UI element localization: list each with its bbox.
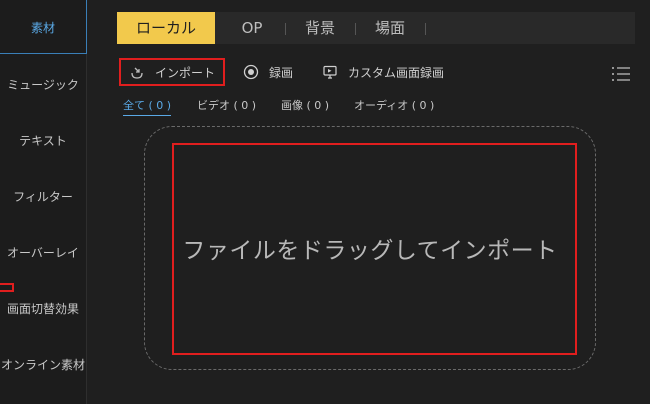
custom-screen-record-button[interactable]: カスタム画面録画 xyxy=(322,58,444,86)
custom-screen-record-label: カスタム画面録画 xyxy=(348,65,445,80)
highlight-marker xyxy=(0,283,14,292)
import-button[interactable]: インポート xyxy=(119,58,225,86)
import-icon xyxy=(131,67,143,79)
tab-local[interactable]: ローカル xyxy=(117,12,215,44)
screen-record-icon xyxy=(323,65,337,79)
sidebar: 素材 ミュージック テキスト フィルター オーバーレイ 画面切替効果 オンライン… xyxy=(0,0,87,404)
list-view-icon[interactable] xyxy=(611,66,631,82)
sidebar-item-materials[interactable]: 素材 xyxy=(0,0,87,54)
import-label: インポート xyxy=(155,65,216,80)
sidebar-item-text[interactable]: テキスト xyxy=(0,132,86,149)
drop-zone-text: ファイルをドラッグしてインポート xyxy=(182,238,558,264)
sidebar-item-music[interactable]: ミュージック xyxy=(0,76,86,93)
record-label: 録画 xyxy=(269,65,294,80)
tab-op[interactable]: OP xyxy=(227,12,277,44)
filter-all[interactable]: 全て ( 0 ) xyxy=(123,97,172,116)
tab-background[interactable]: 背景 xyxy=(293,12,347,44)
tab-bar: ローカル OP 背景 場面 xyxy=(117,12,635,44)
tab-separator xyxy=(425,23,426,35)
sidebar-item-transitions[interactable]: 画面切替効果 xyxy=(0,300,86,317)
record-button[interactable]: 録画 xyxy=(243,58,293,86)
sidebar-item-online-materials[interactable]: オンライン素材 xyxy=(0,356,86,373)
tab-separator xyxy=(285,23,286,35)
filter-image[interactable]: 画像 ( 0 ) xyxy=(281,97,329,113)
sidebar-item-overlay[interactable]: オーバーレイ xyxy=(0,244,86,261)
filter-video[interactable]: ビデオ ( 0 ) xyxy=(197,97,256,113)
sidebar-item-filter[interactable]: フィルター xyxy=(0,188,86,205)
filter-audio[interactable]: オーディオ ( 0 ) xyxy=(354,97,434,113)
record-icon xyxy=(243,64,259,80)
tab-separator xyxy=(355,23,356,35)
tab-scene[interactable]: 場面 xyxy=(363,12,417,44)
main-panel: ローカル OP 背景 場面 インポート 録画 カスタム画面録画 全て (0)… xyxy=(87,0,650,404)
